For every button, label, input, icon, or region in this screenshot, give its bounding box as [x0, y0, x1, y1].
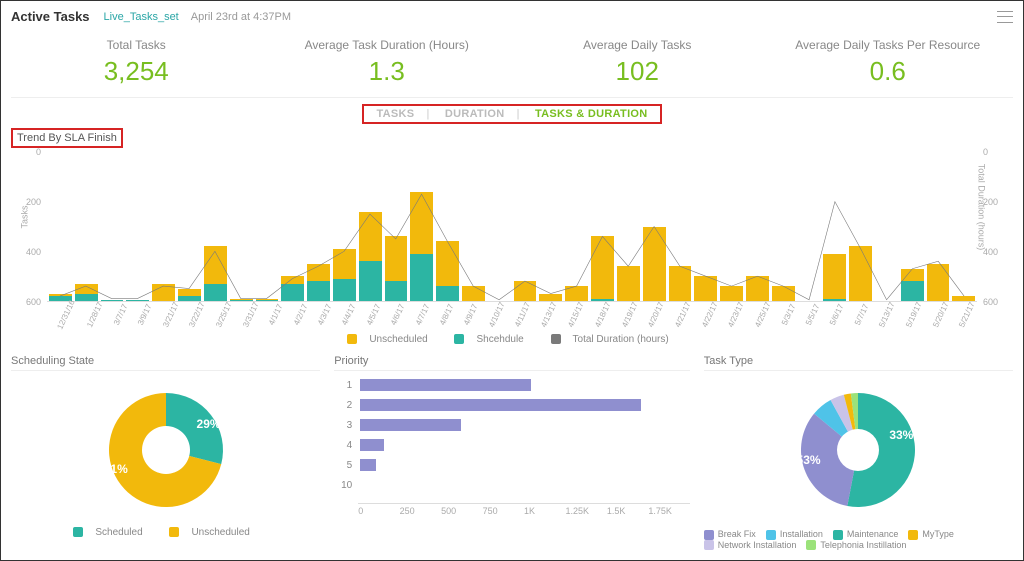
kpi-card: Average Daily Tasks 102	[512, 38, 763, 87]
kpi-value: 102	[512, 56, 763, 87]
priority-bar: 4	[336, 439, 688, 451]
task-type-title: Task Type	[704, 355, 1013, 371]
task-type-panel: Task Type 33% 53% Break FixInstallationM…	[704, 355, 1013, 550]
priority-bar: 1	[336, 379, 688, 391]
priority-bar: 10	[336, 479, 688, 491]
kpi-label: Average Task Duration (Hours)	[262, 38, 513, 52]
page-title: Active Tasks	[11, 9, 90, 24]
kpi-value: 0.6	[763, 56, 1014, 87]
header-bar: Active Tasks Live_Tasks_set April 23rd a…	[11, 5, 1013, 32]
dataset-link[interactable]: Live_Tasks_set	[104, 11, 179, 23]
tab-tasks[interactable]: TASKS	[370, 108, 420, 120]
kpi-row: Total Tasks 3,254Average Task Duration (H…	[11, 32, 1013, 98]
scheduling-state-chart: 29% 71%	[11, 375, 320, 525]
kpi-label: Total Tasks	[11, 38, 262, 52]
task-type-chart: 33% 53%	[704, 375, 1013, 525]
tab-tasks-duration[interactable]: TASKS & DURATION	[529, 108, 654, 120]
scheduling-state-panel: Scheduling State 29% 71% Scheduled Unsch…	[11, 355, 320, 550]
priority-bar: 2	[336, 399, 688, 411]
priority-bar: 3	[336, 419, 688, 431]
priority-chart: 1 2 3 4 5 10	[334, 375, 690, 503]
kpi-card: Total Tasks 3,254	[11, 38, 262, 87]
timestamp: April 23rd at 4:37PM	[191, 11, 291, 23]
view-tabs: TASKS| DURATION| TASKS & DURATION	[362, 104, 661, 124]
tab-duration[interactable]: DURATION	[439, 108, 511, 120]
kpi-label: Average Daily Tasks	[512, 38, 763, 52]
task-type-legend: Break FixInstallationMaintenanceMyTypeNe…	[704, 529, 1013, 550]
priority-bar: 5	[336, 459, 688, 471]
dashboard: Active Tasks Live_Tasks_set April 23rd a…	[0, 0, 1024, 561]
kpi-card: Average Task Duration (Hours) 1.3	[262, 38, 513, 87]
priority-panel: Priority 1234510 02505007501K1.25K1.5K1.…	[334, 355, 690, 550]
kpi-label: Average Daily Tasks Per Resource	[763, 38, 1014, 52]
trend-chart: Tasks Total Duration (hours) 0200400600 …	[17, 152, 1007, 332]
kpi-value: 1.3	[262, 56, 513, 87]
priority-title: Priority	[334, 355, 690, 371]
kpi-value: 3,254	[11, 56, 262, 87]
trend-title: Trend By SLA Finish	[11, 128, 123, 148]
scheduling-legend: Scheduled Unscheduled	[11, 527, 320, 538]
scheduling-state-title: Scheduling State	[11, 355, 320, 371]
hamburger-icon[interactable]	[997, 11, 1013, 23]
kpi-card: Average Daily Tasks Per Resource 0.6	[763, 38, 1014, 87]
